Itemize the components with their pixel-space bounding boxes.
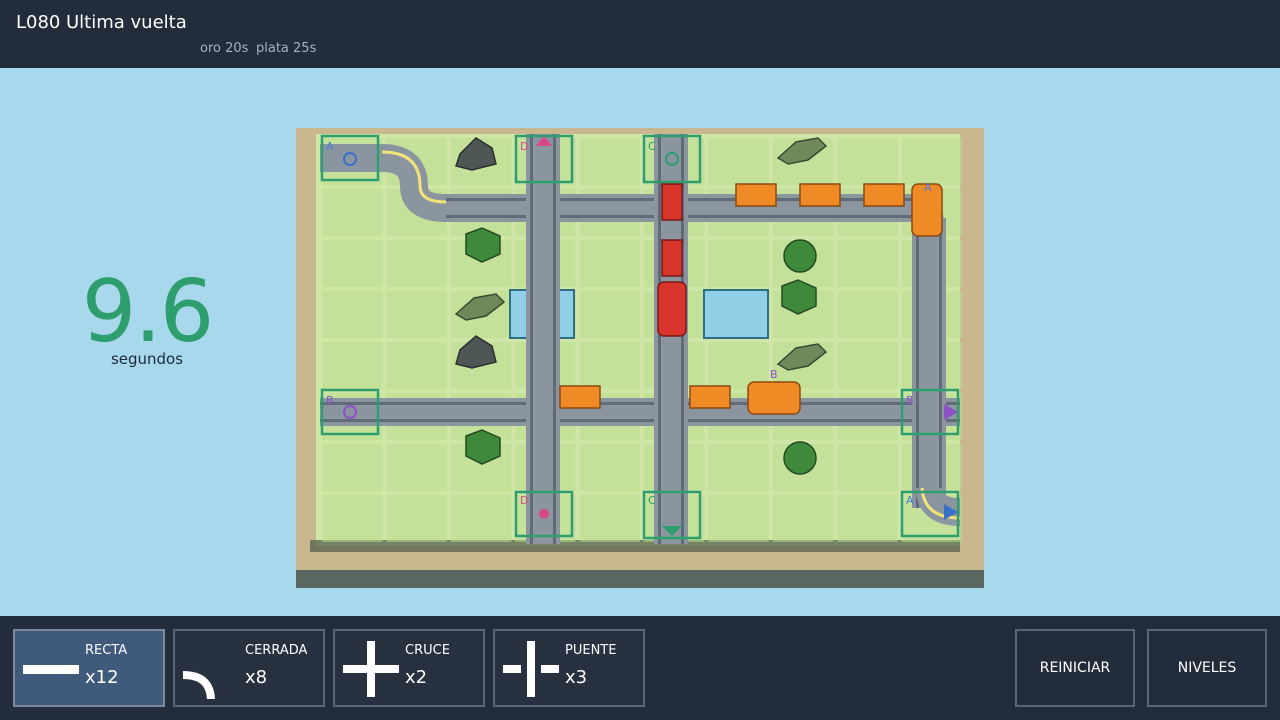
rail <box>553 134 556 544</box>
level-code: L080 <box>16 12 61 33</box>
grid-tile[interactable] <box>579 291 640 338</box>
game-board[interactable]: A D C B B D C A A B <box>296 128 984 588</box>
station-d-end-label: D <box>520 494 528 507</box>
board-canvas[interactable]: A D C B B D C A A B <box>296 128 984 588</box>
rail <box>916 218 919 508</box>
bridge-track-icon <box>503 641 559 697</box>
piece-label: CRUCE <box>405 643 450 658</box>
grid-tile[interactable] <box>837 291 898 338</box>
station-dot-marker <box>539 509 549 519</box>
piece-button-curve[interactable]: CERRADA x8 <box>173 629 325 707</box>
grid-tile[interactable] <box>386 291 447 338</box>
grid-tile[interactable] <box>837 444 898 491</box>
piece-count: x8 <box>245 667 268 688</box>
station-a-label: A <box>326 140 334 153</box>
piece-button-straight[interactable]: RECTA x12 <box>13 629 165 707</box>
board-front-edge <box>296 570 984 588</box>
red-train-car <box>661 183 683 221</box>
timer-unit: segundos <box>110 350 184 368</box>
piece-label: RECTA <box>85 643 128 658</box>
grid-tile[interactable] <box>386 495 447 542</box>
level-title: Ultima vuelta <box>66 12 187 33</box>
orange-train-car <box>559 385 601 409</box>
grid-tile[interactable] <box>772 495 834 542</box>
grid-tile[interactable] <box>386 342 447 389</box>
station-d-label: D <box>520 140 528 153</box>
tree-icon <box>465 429 501 465</box>
bottom-toolbar: RECTA x12 CERRADA x8 CRUCE x2 PUENTE x3 … <box>0 616 1280 720</box>
grid-tile[interactable] <box>708 138 769 185</box>
water-pond <box>703 289 769 339</box>
piece-count: x3 <box>565 667 588 688</box>
orange-train-engine <box>747 381 801 415</box>
grid-tile[interactable] <box>322 444 383 491</box>
train-a-label: A <box>924 181 932 194</box>
station-c-label: C <box>648 140 656 153</box>
grid-tile[interactable] <box>322 291 383 338</box>
rail <box>939 218 942 508</box>
station-c-end-label: C <box>648 494 656 507</box>
grid-tile[interactable] <box>322 495 383 542</box>
restart-button[interactable]: REINICIAR <box>1015 629 1135 707</box>
grid-tile[interactable] <box>386 444 447 491</box>
orange-train-car <box>863 183 905 207</box>
grid-tile[interactable] <box>837 495 898 542</box>
red-train-car <box>661 239 683 277</box>
orange-train-car <box>799 183 841 207</box>
rail <box>530 134 533 544</box>
piece-button-cross[interactable]: CRUCE x2 <box>333 629 485 707</box>
gold-medal-time: oro 20s <box>200 41 249 56</box>
grid-tile[interactable] <box>837 342 898 389</box>
cross-track-icon <box>343 641 399 697</box>
bush-icon <box>783 441 817 475</box>
grid-tile[interactable] <box>579 444 640 491</box>
grid-tile[interactable] <box>579 495 640 542</box>
rail <box>320 402 960 405</box>
piece-count: x2 <box>405 667 428 688</box>
grid-tile[interactable] <box>837 138 898 185</box>
grid-tile[interactable] <box>322 189 383 236</box>
grid-tile[interactable] <box>450 495 512 542</box>
grid-tile[interactable] <box>322 342 383 389</box>
grid-tile[interactable] <box>901 138 962 185</box>
silver-medal-time: plata 25s <box>256 41 317 56</box>
grid-tile[interactable] <box>579 138 640 185</box>
bush-icon <box>783 239 817 273</box>
grid-tile[interactable] <box>579 240 640 287</box>
levels-button[interactable]: NIVELES <box>1147 629 1267 707</box>
station-b-end-label: B <box>906 394 914 407</box>
train-b-label: B <box>770 368 778 381</box>
straight-track-icon <box>23 665 79 674</box>
grid-tile[interactable] <box>837 240 898 287</box>
piece-label: PUENTE <box>565 643 617 658</box>
piece-count: x12 <box>85 667 119 688</box>
red-train-engine <box>657 281 687 337</box>
grid-tile[interactable] <box>708 444 769 491</box>
orange-train-car <box>689 385 731 409</box>
piece-button-bridge[interactable]: PUENTE x3 <box>493 629 645 707</box>
orange-train-car <box>735 183 777 207</box>
grid-tile[interactable] <box>322 240 383 287</box>
curve-track-icon <box>182 671 215 699</box>
grid-tile[interactable] <box>579 342 640 389</box>
top-bar: L080 Ultima vuelta oro 20s plata 25s <box>0 0 1280 68</box>
rail <box>320 419 960 422</box>
station-b-label: B <box>326 394 334 407</box>
piece-label: CERRADA <box>245 643 308 658</box>
tree-icon <box>781 279 817 315</box>
station-a-end-label: A <box>906 494 914 507</box>
rail <box>658 134 661 544</box>
timer-value: 9.6 <box>81 262 215 362</box>
grid-tile[interactable] <box>708 495 769 542</box>
grid-tile[interactable] <box>386 240 447 287</box>
tree-icon <box>465 227 501 263</box>
grid-tile[interactable] <box>708 240 769 287</box>
